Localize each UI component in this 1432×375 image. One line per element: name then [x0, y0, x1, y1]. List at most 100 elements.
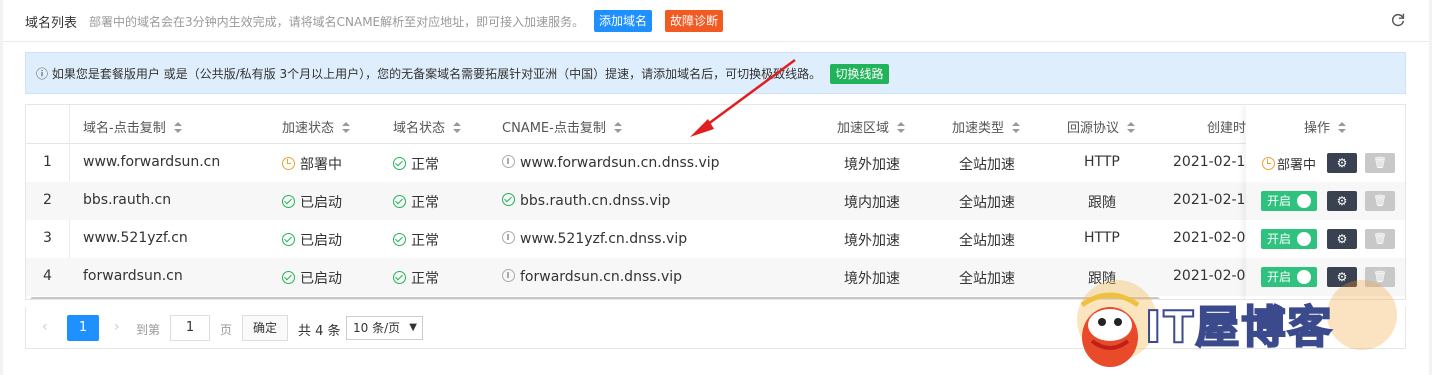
domain-status-cell: 正常 — [393, 154, 439, 174]
check-icon — [282, 195, 295, 208]
trash-icon: 🗑 — [1373, 194, 1387, 207]
row-index: 2 — [43, 192, 52, 208]
protocol-cell: HTTP — [1084, 230, 1120, 246]
cname-cell[interactable]: www.forwardsun.cn.dnss.vip — [502, 154, 720, 171]
ops-row: 部署中 ⚙ 🗑 — [1246, 144, 1405, 182]
refresh-icon[interactable] — [1389, 11, 1407, 29]
delete-button[interactable]: 🗑 — [1365, 153, 1395, 173]
created-cell: 2021-02-0 — [1173, 230, 1246, 246]
domain-cell[interactable]: www.forwardsun.cn — [83, 154, 220, 170]
sort-icon[interactable] — [897, 121, 906, 134]
info-icon — [502, 269, 515, 282]
region-cell: 境外加速 — [844, 233, 900, 249]
prev-page-button[interactable]: ‹ — [42, 319, 48, 335]
table-header: 域名-点击复制 加速状态 域名状态 CNAME-点击复制 加速区域 加速类型 回… — [26, 105, 1405, 144]
row-index: 4 — [43, 268, 52, 284]
type-cell: 全站加速 — [959, 271, 1015, 287]
column-header-region[interactable]: 加速区域 — [837, 117, 906, 136]
page-1-button[interactable]: 1 — [67, 315, 99, 341]
accel-status-cell: 已启动 — [282, 268, 342, 288]
check-icon — [393, 271, 406, 284]
add-domain-button[interactable]: 添加域名 — [594, 10, 652, 32]
clock-icon — [282, 157, 295, 170]
enable-toggle[interactable]: 开启 — [1261, 229, 1317, 249]
gear-icon: ⚙ — [1336, 232, 1348, 246]
check-icon — [502, 193, 515, 206]
chevron-down-icon: ▼ — [409, 322, 417, 333]
notice-text: ⓘ 如果您是套餐版用户 或是（公共版/私有版 3个月以上用户），您的无备案域名需… — [36, 67, 822, 81]
page-description: 部署中的域名会在3分钟内生效完成，请将域名CNAME解析至对应地址，即可接入加速… — [89, 15, 585, 29]
column-header-protocol[interactable]: 回源协议 — [1067, 117, 1136, 136]
ops-row: 开启 ⚙ 🗑 — [1246, 182, 1405, 220]
protocol-cell: HTTP — [1084, 154, 1120, 170]
region-cell: 境内加速 — [844, 195, 900, 211]
info-icon — [502, 155, 515, 168]
type-cell: 全站加速 — [959, 195, 1015, 211]
operations-column: 操作 部署中 ⚙ 🗑 开启 ⚙ 🗑 开启 ⚙ 🗑 开启 ⚙ 🗑 — [1246, 105, 1405, 299]
horizontal-scrollbar[interactable] — [30, 297, 1160, 299]
domain-cell[interactable]: www.521yzf.cn — [83, 230, 188, 246]
goto-page-input[interactable]: 1 — [170, 315, 210, 341]
domain-cell[interactable]: bbs.rauth.cn — [83, 192, 171, 208]
sort-icon[interactable] — [1127, 121, 1136, 134]
domain-status-cell: 正常 — [393, 268, 439, 288]
column-header-domain[interactable]: 域名-点击复制 — [83, 117, 182, 136]
sort-icon[interactable] — [613, 121, 622, 134]
settings-button[interactable]: ⚙ — [1327, 153, 1357, 173]
domain-status-cell: 正常 — [393, 192, 439, 212]
check-icon — [393, 157, 406, 170]
cname-cell[interactable]: forwardsun.cn.dnss.vip — [502, 268, 682, 285]
cname-cell[interactable]: bbs.rauth.cn.dnss.vip — [502, 192, 670, 209]
settings-button[interactable]: ⚙ — [1327, 229, 1357, 249]
page-title: 域名列表 — [25, 16, 78, 31]
trash-icon: 🗑 — [1373, 232, 1387, 245]
page-label: 页 — [220, 323, 233, 337]
domain-cell[interactable]: forwardsun.cn — [83, 268, 183, 284]
check-icon — [393, 233, 406, 246]
delete-button[interactable]: 🗑 — [1365, 191, 1395, 211]
column-header-created[interactable]: 创建时 — [1207, 117, 1246, 136]
goto-label: 到第 — [136, 323, 161, 337]
accel-status-cell: 已启动 — [282, 192, 342, 212]
diagnose-button[interactable]: 故障诊断 — [665, 10, 723, 32]
check-icon — [282, 233, 295, 246]
accel-status-cell: 部署中 — [282, 154, 342, 174]
column-header-operations[interactable]: 操作 — [1304, 117, 1347, 136]
total-count: 共 4 条 — [298, 324, 341, 339]
table-row: 2 bbs.rauth.cn 已启动 正常 bbs.rauth.cn.dnss.… — [26, 182, 1405, 220]
sort-icon[interactable] — [342, 121, 351, 134]
column-header-type[interactable]: 加速类型 — [952, 117, 1021, 136]
switch-route-button[interactable]: 切换线路 — [830, 64, 889, 84]
row-index: 3 — [43, 230, 52, 246]
delete-button[interactable]: 🗑 — [1365, 229, 1395, 249]
sort-icon[interactable] — [1338, 121, 1347, 134]
ops-row: 开启 ⚙ 🗑 — [1246, 220, 1405, 258]
check-icon — [282, 271, 295, 284]
settings-button[interactable]: ⚙ — [1327, 191, 1357, 211]
site-watermark: IT屋博客 — [1062, 275, 1412, 375]
column-header-cname[interactable]: CNAME-点击复制 — [502, 117, 622, 136]
info-icon — [502, 231, 515, 244]
trash-icon: 🗑 — [1373, 156, 1387, 169]
sort-icon[interactable] — [173, 121, 182, 134]
toggle-knob — [1297, 232, 1311, 246]
watermark-text: IT屋博客 — [1144, 301, 1334, 354]
created-cell: 2021-02-1 — [1173, 154, 1246, 170]
type-cell: 全站加速 — [959, 157, 1015, 173]
enable-toggle[interactable]: 开启 — [1261, 191, 1317, 211]
goto-confirm-button[interactable]: 确定 — [242, 315, 288, 341]
next-page-button[interactable]: › — [114, 319, 120, 335]
page-size-select[interactable]: 10 条/页 ▼ — [346, 316, 423, 340]
cname-cell[interactable]: www.521yzf.cn.dnss.vip — [502, 230, 687, 247]
column-header-accel-status[interactable]: 加速状态 — [282, 117, 351, 136]
protocol-cell: 跟随 — [1088, 195, 1116, 211]
column-header-domain-status[interactable]: 域名状态 — [393, 117, 462, 136]
sort-icon[interactable] — [1012, 121, 1021, 134]
sort-icon[interactable] — [453, 121, 462, 134]
pending-status: 部署中 — [1262, 154, 1316, 173]
gear-icon: ⚙ — [1336, 156, 1348, 170]
type-cell: 全站加速 — [959, 233, 1015, 249]
region-cell: 境外加速 — [844, 271, 900, 287]
created-cell: 2021-02-1 — [1173, 192, 1246, 208]
table-row: 3 www.521yzf.cn 已启动 正常 www.521yzf.cn.dns… — [26, 220, 1405, 258]
